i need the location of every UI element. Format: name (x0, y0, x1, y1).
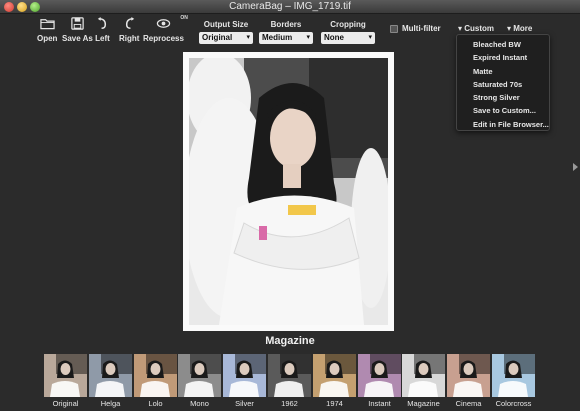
custom-label: Custom (464, 24, 495, 33)
output-size-label: Output Size (203, 20, 249, 29)
filter-thumbnail[interactable] (492, 354, 535, 397)
thumbnail-photo-icon (402, 354, 445, 397)
menu-item-save-to-custom[interactable]: Save to Custom... (457, 104, 549, 117)
dropdown-caret-icon: ▾ (306, 34, 310, 41)
filter-thumbnail-label: Mono (190, 399, 209, 408)
menu-item-bleached-bw[interactable]: Bleached BW (457, 38, 549, 51)
filter-thumbnail[interactable] (178, 354, 221, 397)
filter-thumbnail-label: 1974 (326, 399, 343, 408)
reprocess-button[interactable]: ON Reprocess (143, 15, 188, 43)
multi-filter-checkbox[interactable]: Multi-filter (390, 24, 441, 33)
folder-icon (40, 19, 55, 30)
more-label: More (513, 24, 533, 33)
menu-item-edit-in-file-browser[interactable]: Edit in File Browser... (457, 118, 549, 131)
save-as-button[interactable]: Save As (62, 16, 93, 43)
thumbnail-photo-icon (358, 354, 401, 397)
dropdown-caret-icon: ▾ (246, 34, 250, 41)
dropdown-caret-icon: ▾ (368, 34, 372, 41)
filter-thumbnail[interactable] (402, 354, 445, 397)
multi-filter-label: Multi-filter (402, 24, 441, 33)
left-label: Left (95, 34, 110, 43)
filter-thumbnail-label: 1962 (281, 399, 298, 408)
rotate-right-button[interactable]: Right (119, 16, 139, 43)
cropping-dropdown[interactable]: None ▾ (321, 32, 375, 44)
filter-thumbnail[interactable] (358, 354, 401, 397)
thumbnail-photo-icon (492, 354, 535, 397)
filter-thumbnail[interactable] (134, 354, 177, 397)
scroll-right-arrow-icon[interactable] (573, 160, 579, 172)
filter-thumbnail[interactable] (89, 354, 132, 397)
menu-item-strong-silver[interactable]: Strong Silver (457, 91, 549, 104)
open-label: Open (37, 34, 58, 43)
filter-thumbnail-label: Instant (368, 399, 391, 408)
output-size-dropdown[interactable]: Original ▾ (199, 32, 253, 44)
title-bar: CameraBag – IMG_1719.tif (0, 0, 580, 14)
borders-dropdown[interactable]: Medium ▾ (259, 32, 313, 44)
reprocess-on-badge: ON (180, 15, 188, 21)
save-icon (71, 17, 84, 30)
rotate-left-icon (97, 16, 107, 29)
filter-thumbnail[interactable] (313, 354, 356, 397)
filter-thumbnail-label: Magazine (407, 399, 440, 408)
filter-thumbnail-label: Colorcross (495, 399, 532, 408)
reprocess-eye-icon (156, 19, 171, 28)
cropping-label: Cropping (330, 20, 366, 29)
current-filter-name: Magazine (265, 335, 315, 347)
thumbnail-photo-icon (313, 354, 356, 397)
main-photo-frame (183, 52, 394, 331)
window-title: CameraBag – IMG_1719.tif (229, 1, 351, 12)
custom-dropdown-menu: Bleached BW Expired Instant Matte Satura… (456, 34, 550, 131)
menu-item-expired-instant[interactable]: Expired Instant (457, 51, 549, 64)
thumbnail-photo-icon (223, 354, 266, 397)
filter-thumbnail[interactable] (268, 354, 311, 397)
filter-thumbnail-label: Silver (235, 399, 254, 408)
filter-thumbnail-label: Cinema (455, 399, 482, 408)
borders-label: Borders (270, 20, 302, 29)
cropping-group: Cropping None ▾ (321, 20, 375, 44)
filter-thumbnail[interactable] (447, 354, 490, 397)
save-as-label: Save As (62, 34, 93, 43)
filter-thumbnail[interactable] (44, 354, 87, 397)
thumbnail-photo-icon (89, 354, 132, 397)
thumbnail-photo-icon (44, 354, 87, 397)
cropping-value: None (324, 33, 344, 42)
open-button[interactable]: Open (37, 16, 57, 43)
output-size-group: Output Size Original ▾ (199, 20, 253, 44)
borders-value: Medium (262, 33, 293, 42)
right-label: Right (119, 34, 140, 43)
main-photo (189, 58, 388, 325)
filter-thumbnail[interactable] (223, 354, 266, 397)
filter-thumbnail-label: Helga (100, 399, 121, 408)
rotate-right-icon (125, 16, 134, 29)
custom-menu-button[interactable]: ▾ Custom (458, 24, 494, 33)
filter-thumbnail-label: Original (52, 399, 79, 408)
borders-group: Borders Medium ▾ (259, 20, 313, 44)
checkbox-box[interactable] (390, 24, 398, 33)
menu-item-matte[interactable]: Matte (457, 65, 549, 78)
reprocess-label: Reprocess (143, 34, 184, 43)
filter-filmstrip: Original Helga Lolo Mono Silver 1962 1974 Insta… (44, 354, 536, 411)
thumbnail-photo-icon (178, 354, 221, 397)
thumbnail-photo-icon (268, 354, 311, 397)
thumbnail-photo-icon (447, 354, 490, 397)
menu-item-saturated-70s[interactable]: Saturated 70s (457, 78, 549, 91)
output-size-value: Original (202, 33, 233, 42)
rotate-left-button[interactable]: Left (95, 16, 110, 43)
filter-thumbnail-label: Lolo (148, 399, 163, 408)
more-menu-button[interactable]: ▾ More (507, 24, 532, 33)
thumbnail-photo-icon (134, 354, 177, 397)
